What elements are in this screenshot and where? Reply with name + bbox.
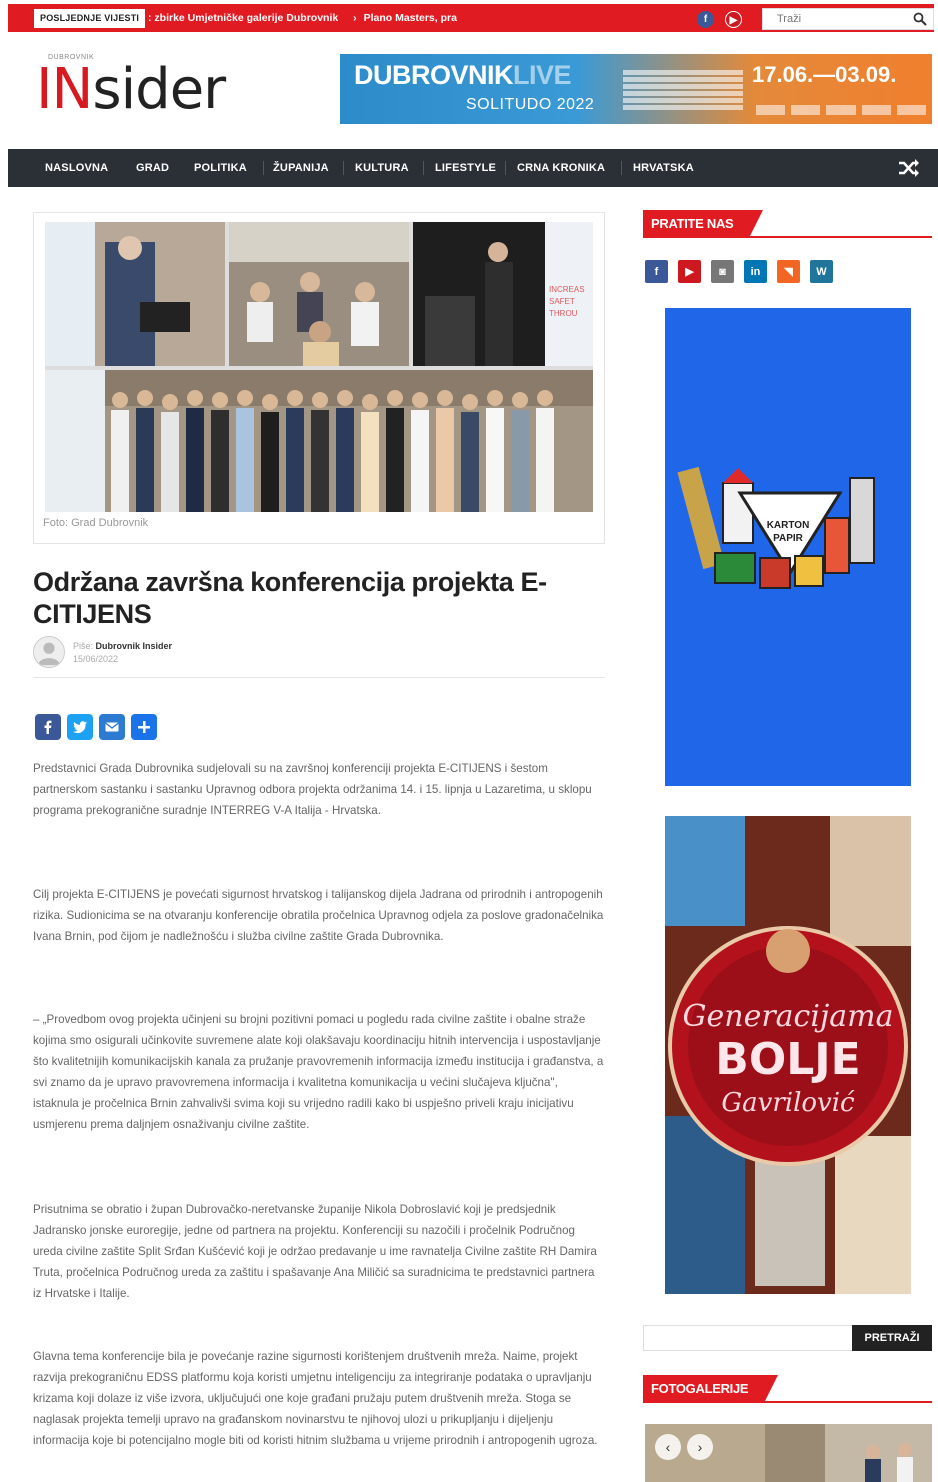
ad-generacijama-text: Generacijama	[683, 999, 894, 1034]
article-paragraph: Glavna tema konferencije bila je povećan…	[33, 1350, 598, 1447]
nav-item-crna-kronika[interactable]: CRNA KRONIKA	[517, 149, 605, 187]
instagram-icon[interactable]: ◙	[711, 260, 734, 283]
nav-item-naslovna[interactable]: NASLOVNA	[45, 149, 108, 187]
logo-sider: sider	[92, 57, 226, 122]
youtube-icon[interactable]: ▶	[725, 11, 742, 28]
follow-social-icons: f ▶ ◙ in ◥ W	[645, 260, 833, 283]
news-ticker[interactable]: : zbirke Umjetničke galerije Dubrovnik ›…	[148, 4, 457, 32]
facebook-share-icon[interactable]	[35, 714, 61, 740]
sidebar-search: PRETRAŽI	[643, 1325, 932, 1351]
shuffle-icon[interactable]	[898, 158, 920, 178]
photo-galleries-title: FOTOGALERIJE	[643, 1375, 779, 1403]
banner-dates: 17.06.—03.09.	[752, 62, 897, 87]
facebook-icon[interactable]: f	[697, 11, 714, 28]
site-logo[interactable]: DUBROVNIK INsider	[36, 52, 256, 122]
photo-caption: Foto: Grad Dubrovnik	[43, 517, 149, 529]
article-meta: Piše: Dubrovnik Insider 15/06/2022	[33, 636, 605, 678]
header-ad-banner[interactable]: DUBROVNIKLIVE SOLITUDO 2022 17.06.—03.09…	[340, 54, 932, 124]
nav-divider	[343, 161, 344, 175]
logo-in: IN	[36, 57, 93, 122]
article-paragraph: – „Provedbom ovog projekta učinjeni su b…	[33, 1013, 604, 1131]
nav-item-grad[interactable]: GRAD	[136, 149, 169, 187]
banner-sponsor-logos	[756, 102, 927, 118]
ticker-arrow-icon: ›	[353, 12, 357, 24]
article-paragraph: Prisutnima se obratio i župan Dubrovačko…	[33, 1203, 597, 1300]
featured-photo-collage[interactable]: INCREAS SAFET THROU	[45, 222, 593, 512]
wordpress-icon[interactable]: W	[810, 260, 833, 283]
main-navigation: NASLOVNA GRAD POLITIKA ŽUPANIJA KULTURA …	[8, 149, 938, 187]
gallery-next-arrow-icon[interactable]: ›	[687, 1434, 713, 1460]
nav-divider	[263, 161, 264, 175]
ad-karton-text: KARTON	[767, 520, 810, 531]
photo-galleries-heading: FOTOGALERIJE	[643, 1375, 932, 1403]
banner-program-text	[623, 68, 743, 112]
article-byline: Piše: Dubrovnik Insider	[73, 641, 173, 651]
ad-gavrilovic-text: Gavrilović	[721, 1088, 855, 1118]
breaking-news-bar: POSLJEDNJE VIJESTI : zbirke Umjetničke g…	[8, 4, 934, 32]
svg-text:SAFET: SAFET	[549, 297, 575, 306]
featured-image-box: INCREAS SAFET THROU Foto: Grad Dubrovnik	[33, 212, 605, 544]
nav-item-politika[interactable]: POLITIKA	[194, 149, 247, 187]
search-icon[interactable]	[913, 12, 927, 26]
share-buttons	[35, 714, 157, 740]
facebook-icon[interactable]: f	[645, 260, 668, 283]
nav-divider	[423, 161, 424, 175]
top-search-box	[762, 8, 934, 30]
sidebar-ad-karton-papir[interactable]: KARTON PAPIR	[665, 308, 911, 786]
add-share-icon[interactable]	[131, 714, 157, 740]
karton-papir-illustration: KARTON PAPIR	[677, 466, 875, 589]
nav-divider	[505, 161, 506, 175]
gallery-prev-arrow-icon[interactable]: ‹	[655, 1434, 681, 1460]
linkedin-icon[interactable]: in	[744, 260, 767, 283]
ad-bolje-text: BOLJE	[715, 1034, 860, 1085]
article-paragraph: Predstavnici Grada Dubrovnika sudjeloval…	[33, 762, 592, 817]
svg-text:INCREAS: INCREAS	[549, 285, 585, 294]
gavrilovic-illustration: Generacijama BOLJE Gavrilović	[665, 816, 911, 1294]
rss-icon[interactable]: ◥	[777, 260, 800, 283]
article-paragraph: Cilj projekta E-CITIJENS je povećati sig…	[33, 888, 604, 943]
ticker-item[interactable]: Plano Masters, pra	[364, 12, 457, 24]
nav-item-kultura[interactable]: KULTURA	[355, 149, 409, 187]
photo-gallery-slider[interactable]: ‹ ›	[645, 1424, 932, 1482]
ticker-item[interactable]: : zbirke Umjetničke galerije Dubrovnik	[148, 12, 338, 24]
sidebar-search-input[interactable]	[643, 1325, 852, 1351]
article-date: 15/06/2022	[73, 654, 119, 664]
sidebar-ad-gavrilovic[interactable]: Generacijama BOLJE Gavrilović	[665, 816, 911, 1294]
latest-news-label: POSLJEDNJE VIJESTI	[34, 9, 146, 28]
follow-us-title: PRATITE NAS	[643, 210, 764, 238]
nav-item-lifestyle[interactable]: LIFESTYLE	[435, 149, 496, 187]
banner-title: DUBROVNIKLIVE	[354, 60, 572, 90]
twitter-share-icon[interactable]	[67, 714, 93, 740]
youtube-icon[interactable]: ▶	[678, 260, 701, 283]
email-share-icon[interactable]	[99, 714, 125, 740]
follow-us-heading: PRATITE NAS	[643, 210, 932, 238]
user-silhouette-icon	[37, 642, 61, 666]
nav-item-hrvatska[interactable]: HRVATSKA	[633, 149, 694, 187]
top-search-input[interactable]	[763, 9, 903, 29]
banner-subtitle: SOLITUDO 2022	[466, 96, 595, 113]
nav-item-zupanija[interactable]: ŽUPANIJA	[273, 149, 329, 187]
author-name-link[interactable]: Dubrovnik Insider	[96, 641, 173, 651]
ad-papir-text: PAPIR	[773, 533, 804, 544]
article-title: Održana završna konferencija projekta E-…	[33, 567, 547, 629]
author-avatar[interactable]	[33, 636, 65, 668]
sidebar-search-button[interactable]: PRETRAŽI	[852, 1325, 932, 1351]
nav-divider	[621, 161, 622, 175]
logo-wordmark: INsider	[36, 57, 226, 122]
svg-text:THROU: THROU	[549, 309, 578, 318]
